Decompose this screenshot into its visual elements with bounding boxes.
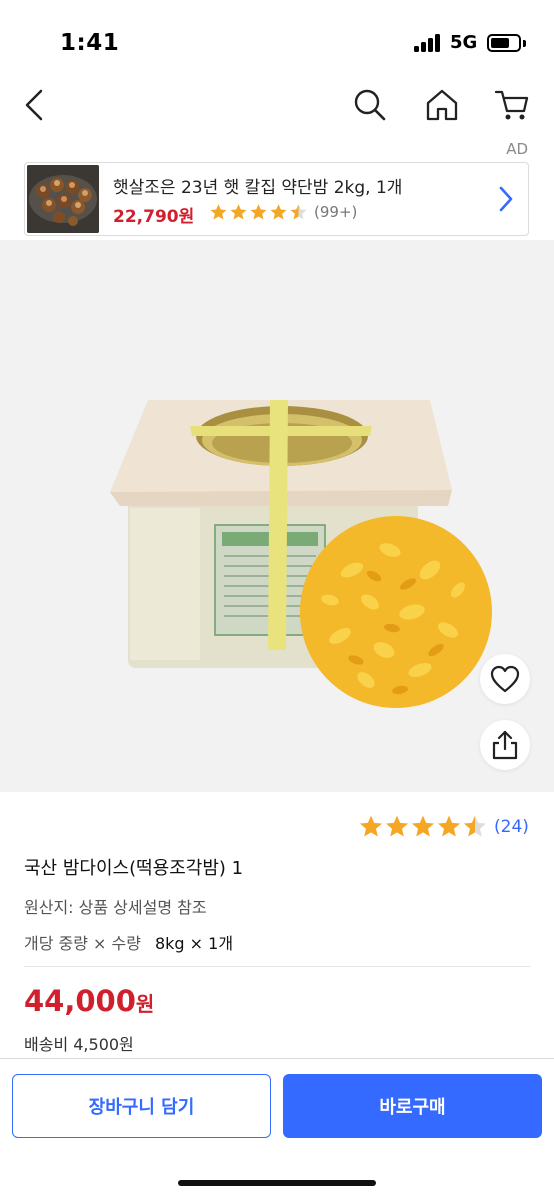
status-time: 1:41 (60, 30, 120, 56)
network-label: 5G (450, 32, 478, 53)
divider (24, 966, 530, 967)
status-bar: 1:41 5G (0, 0, 554, 80)
product-origin: 원산지: 상품 상세설명 참조 (24, 898, 207, 917)
product-rating[interactable]: (24) (358, 814, 529, 840)
product-photo (0, 240, 554, 792)
ad-banner[interactable]: 햇살조은 23년 햇 칼집 약단밤 2kg, 1개 22,790원 (99+) (24, 162, 529, 236)
ad-review-count: (99+) (314, 203, 358, 221)
product-image[interactable] (0, 240, 554, 792)
battery-icon (487, 34, 521, 52)
product-option: 개당 중량 × 수량 8kg × 1개 (24, 930, 233, 954)
star-full-icon (385, 815, 409, 837)
cart-button[interactable] (488, 80, 536, 130)
product-price: 44,000원 (24, 984, 154, 1018)
star-full-icon (210, 204, 227, 220)
search-icon (354, 89, 386, 121)
ad-product-thumbnail (27, 165, 99, 233)
price-unit: 원 (135, 992, 155, 1016)
heart-icon (490, 665, 520, 693)
star-full-icon (437, 815, 461, 837)
product-review-count[interactable]: (24) (494, 817, 529, 837)
back-icon (25, 89, 43, 121)
star-full-icon (250, 204, 267, 220)
add-to-cart-button[interactable]: 장바구니 담기 (12, 1074, 271, 1138)
share-icon (492, 730, 518, 760)
product-rating-stars (358, 814, 488, 840)
nav-bar (0, 80, 554, 134)
buy-now-button[interactable]: 바로구매 (283, 1074, 542, 1138)
price-number: 44,000 (24, 984, 136, 1018)
star-full-icon (230, 204, 247, 220)
ad-title: 햇살조은 23년 햇 칼집 약단밤 2kg, 1개 (113, 178, 403, 198)
star-half-icon (290, 204, 307, 220)
wishlist-button[interactable] (480, 654, 530, 704)
search-button[interactable] (346, 80, 394, 130)
battery-fill (491, 38, 510, 48)
bottom-action-bar: 장바구니 담기 바로구매 (0, 1058, 554, 1200)
star-full-icon (359, 815, 383, 837)
chevron-right-icon[interactable] (498, 185, 514, 217)
back-button[interactable] (10, 80, 58, 130)
home-icon (426, 89, 458, 121)
star-full-icon (411, 815, 435, 837)
star-full-icon (270, 204, 287, 220)
product-title: 국산 밤다이스(떡용조각밤) 1 (24, 858, 244, 879)
option-label: 개당 중량 × 수량 (24, 934, 141, 953)
home-indicator (178, 1180, 376, 1186)
option-value: 8kg × 1개 (154, 934, 234, 953)
ad-label: AD (506, 140, 528, 158)
ad-price: 22,790원 (113, 207, 195, 227)
share-button[interactable] (480, 720, 530, 770)
signal-icon (414, 34, 442, 52)
star-half-icon (463, 815, 487, 837)
home-button[interactable] (418, 80, 466, 130)
ad-rating-stars (209, 203, 309, 222)
shipping-fee: 배송비 4,500원 (24, 1035, 134, 1054)
cart-icon (494, 90, 529, 120)
battery-tip (523, 40, 526, 47)
